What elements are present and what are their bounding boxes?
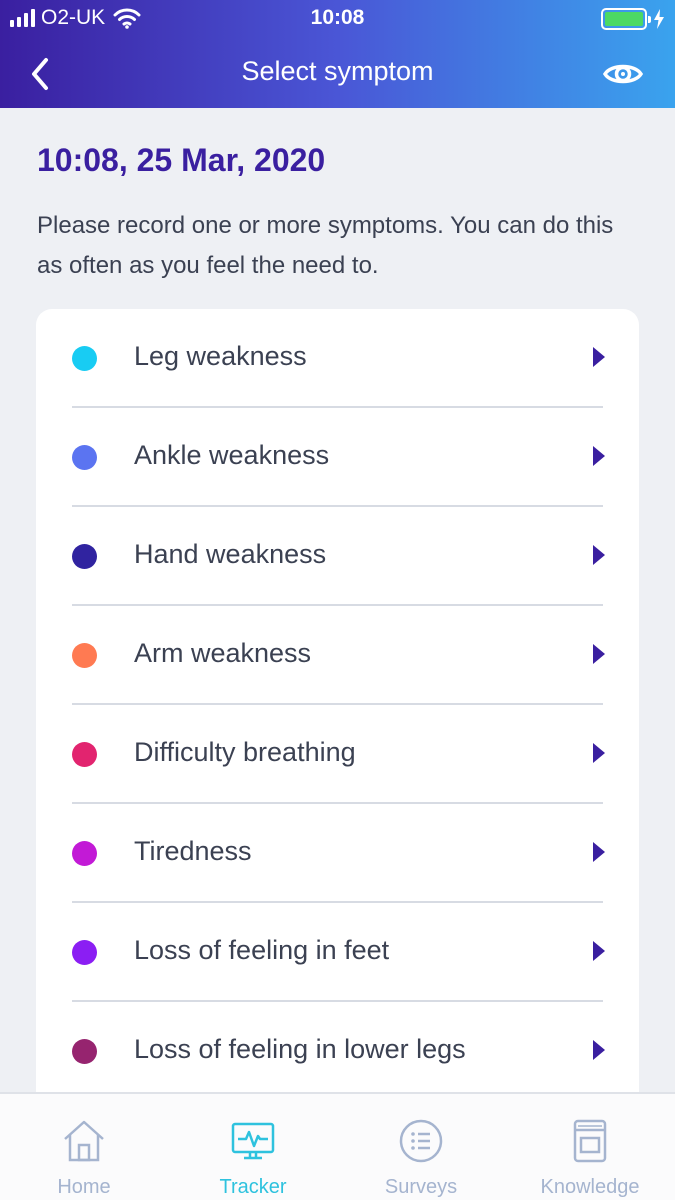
- symptom-label: Leg weakness: [134, 341, 307, 371]
- symptom-item-ankle-weakness[interactable]: Ankle weakness: [36, 408, 639, 507]
- symptom-item-arm-weakness[interactable]: Arm weakness: [36, 606, 639, 705]
- tab-label: Tracker: [219, 1176, 287, 1198]
- chevron-right-icon: [593, 842, 605, 862]
- status-right: [601, 8, 665, 30]
- tab-label: Home: [57, 1176, 111, 1198]
- symptom-label: Hand weakness: [134, 539, 327, 569]
- symptom-color-dot: [72, 346, 97, 371]
- symptom-item-difficulty-breathing[interactable]: Difficulty breathing: [36, 705, 639, 804]
- chevron-right-icon: [593, 347, 605, 367]
- intro-text: Please record one or more symptoms. You …: [37, 212, 614, 279]
- symptom-color-dot: [72, 742, 97, 767]
- book-icon: [573, 1119, 607, 1163]
- tab-tracker[interactable]: Tracker: [169, 1094, 337, 1200]
- symptom-item-hand-weakness[interactable]: Hand weakness: [36, 507, 639, 606]
- nav-bar: Select symptom: [0, 38, 675, 108]
- symptom-item-leg-weakness[interactable]: Leg weakness: [36, 309, 639, 408]
- symptom-item-tiredness[interactable]: Tiredness: [36, 804, 639, 903]
- tab-knowledge[interactable]: Knowledge: [506, 1094, 674, 1200]
- chevron-right-icon: [593, 545, 605, 565]
- visibility-button[interactable]: [601, 54, 645, 94]
- tab-bar: Home Tracker Surveys Knowledge: [0, 1092, 675, 1200]
- tab-home[interactable]: Home: [0, 1094, 168, 1200]
- home-icon: [64, 1120, 104, 1162]
- symptom-color-dot: [72, 544, 97, 569]
- symptom-label: Difficulty breathing: [134, 737, 356, 767]
- charging-bolt-icon: [654, 9, 664, 29]
- symptom-label: Loss of feeling in feet: [134, 935, 390, 965]
- tracker-monitor-icon: [231, 1122, 275, 1160]
- symptom-label: Ankle weakness: [134, 440, 330, 470]
- symptom-color-dot: [72, 1039, 97, 1064]
- chevron-right-icon: [593, 446, 605, 466]
- chevron-right-icon: [593, 1040, 605, 1060]
- symptom-color-dot: [72, 643, 97, 668]
- entry-date: 10:08, 25 Mar, 2020: [37, 142, 326, 178]
- symptom-color-dot: [72, 445, 97, 470]
- status-bar: O2-UK 10:08: [0, 0, 675, 38]
- symptom-color-dot: [72, 841, 97, 866]
- battery-level: [605, 12, 643, 26]
- chevron-right-icon: [593, 743, 605, 763]
- chevron-right-icon: [593, 644, 605, 664]
- battery-icon: [601, 8, 651, 30]
- header: O2-UK 10:08 Select symptom: [0, 0, 675, 108]
- symptom-item-loss-of-feeling-feet[interactable]: Loss of feeling in feet: [36, 903, 639, 1002]
- main-content: 10:08, 25 Mar, 2020 Please record one or…: [0, 108, 675, 1092]
- tab-surveys[interactable]: Surveys: [337, 1094, 505, 1200]
- status-time: 10:08: [310, 6, 365, 29]
- list-icon: [399, 1119, 443, 1163]
- symptom-label: Tiredness: [134, 836, 252, 866]
- symptom-list: Leg weakness Ankle weakness Hand weaknes…: [36, 309, 639, 1092]
- page-title: Select symptom: [241, 56, 434, 86]
- tab-label: Knowledge: [540, 1176, 640, 1198]
- symptom-label: Loss of feeling in lower legs: [134, 1034, 466, 1064]
- symptom-color-dot: [72, 940, 97, 965]
- symptom-item-loss-of-feeling-lower-legs[interactable]: Loss of feeling in lower legs: [36, 1002, 639, 1092]
- eye-icon: [602, 64, 644, 84]
- symptom-label: Arm weakness: [134, 638, 312, 668]
- chevron-right-icon: [593, 941, 605, 961]
- tab-label: Surveys: [384, 1176, 458, 1198]
